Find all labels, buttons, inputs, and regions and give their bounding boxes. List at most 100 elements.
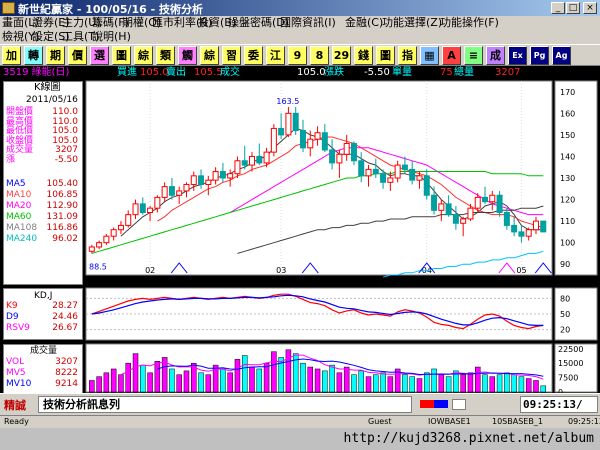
learn-icon[interactable]: 習 — [222, 46, 241, 65]
volume-bar — [424, 372, 430, 393]
candle-body — [511, 224, 518, 233]
candle-body — [198, 175, 205, 185]
volume-bar — [343, 366, 350, 393]
volume-bar — [380, 372, 386, 393]
maximize-button[interactable]: □ — [566, 2, 580, 14]
candle-body — [525, 229, 532, 237]
summary-icon[interactable]: 綜 — [134, 46, 153, 65]
volume-bar — [103, 372, 110, 393]
volume-bar — [431, 368, 437, 393]
candle-body — [168, 186, 175, 196]
candle-body — [256, 155, 263, 164]
price-tick-label: 130 — [560, 174, 575, 183]
volume-bar — [474, 366, 481, 393]
category-icon[interactable]: 類 — [156, 46, 175, 65]
candle-body — [205, 179, 212, 185]
candle-body — [350, 143, 357, 162]
low-label: 88.5 — [89, 262, 107, 271]
volume-bar — [271, 351, 277, 393]
eight-icon[interactable]: 8 — [310, 46, 329, 65]
volume-bar — [482, 374, 488, 393]
candle-body — [387, 177, 394, 183]
candle-body — [394, 164, 401, 179]
close-button[interactable]: × — [583, 2, 597, 14]
candle-body — [227, 173, 234, 179]
app-icon — [2, 2, 15, 14]
kd-tick-label: 50 — [560, 310, 570, 319]
a-icon[interactable]: A — [442, 46, 461, 65]
volume-bar — [416, 378, 423, 393]
volume-bar — [409, 376, 415, 393]
agent-icon[interactable]: Ag — [552, 46, 571, 65]
volume-icon[interactable]: 成 — [486, 46, 505, 65]
month-label: 05 — [516, 266, 526, 275]
volume-bar — [241, 355, 248, 393]
select-icon[interactable]: 選 — [90, 46, 109, 65]
index-icon[interactable]: 指 — [398, 46, 417, 65]
message-bar: 精誠 技術分析訊息列 09:25:13/ — [0, 393, 600, 415]
price-tick-label: 90 — [560, 260, 570, 269]
exit-icon[interactable]: Ex — [508, 46, 527, 65]
volume-bar — [132, 353, 139, 393]
order-icon[interactable]: 委 — [244, 46, 263, 65]
candle-body — [438, 203, 445, 211]
status-ready: Ready — [4, 417, 29, 426]
candle-body — [416, 175, 423, 181]
volume-bar — [533, 380, 539, 393]
nine-icon[interactable]: 9 — [288, 46, 307, 65]
price-tick-label: 150 — [560, 131, 575, 140]
month-label: 02 — [145, 266, 155, 275]
price-icon[interactable]: 價 — [68, 46, 87, 65]
volume-bar — [518, 376, 525, 393]
candle-body — [161, 186, 168, 198]
price-chart[interactable]: 1701601501401301201101009002 03 04 05163.58… — [0, 66, 600, 393]
twentynine-icon[interactable]: 29 — [332, 46, 351, 65]
candle-body — [103, 235, 110, 244]
plot-area — [85, 80, 553, 276]
menu-item[interactable]: 功能操作(F) — [440, 16, 499, 30]
volume-bar — [263, 362, 270, 393]
candle-body — [183, 183, 190, 192]
menu-item[interactable]: 功能選擇(Z) — [382, 16, 442, 30]
price-tick-label: 170 — [560, 88, 575, 97]
message-field[interactable]: 技術分析訊息列 — [38, 396, 412, 413]
title-bar: 新世紀贏家 - 100/05/16 - 技術分析 _ □ × — [0, 0, 600, 16]
chart-icon[interactable]: 圖 — [112, 46, 131, 65]
volume-bar — [445, 376, 452, 393]
candle-body — [496, 194, 503, 213]
minimize-button[interactable]: _ — [551, 2, 565, 14]
switch-icon[interactable]: 轉 — [24, 46, 43, 65]
candle-body — [125, 214, 132, 226]
river-icon[interactable]: 江 — [266, 46, 285, 65]
broker-tag: 精誠 — [4, 399, 26, 412]
volume-bar — [285, 349, 292, 393]
high-label: 163.5 — [276, 97, 299, 106]
volume-bar — [118, 374, 124, 393]
candle-body — [212, 171, 219, 181]
add-icon[interactable]: 加 — [2, 46, 21, 65]
money-icon[interactable]: 錢 — [354, 46, 373, 65]
candle-body — [292, 112, 299, 132]
candle-body — [532, 220, 539, 231]
summary2-icon[interactable]: 綜 — [200, 46, 219, 65]
volume-bar — [525, 378, 532, 393]
candle-body — [314, 132, 321, 140]
volume-bar — [496, 374, 503, 393]
volume-bar — [234, 359, 241, 393]
volume-bar — [183, 370, 190, 393]
futures-icon[interactable]: 期 — [46, 46, 65, 65]
clock-display: 09:25:13/ — [520, 396, 598, 413]
grid-icon[interactable]: ▦ — [420, 46, 439, 65]
candle-body — [147, 207, 154, 213]
volume-bar — [256, 368, 263, 393]
volume-bar — [205, 374, 212, 393]
menu-item[interactable]: 國際資訊(I) — [280, 16, 336, 30]
menu-item[interactable]: 說明(H) — [92, 30, 131, 44]
chart2-icon[interactable]: 圖 — [376, 46, 395, 65]
list-icon[interactable]: ≡ — [464, 46, 483, 65]
trigger-icon[interactable]: 觸 — [178, 46, 197, 65]
page-icon[interactable]: Pg — [530, 46, 549, 65]
candle-body — [489, 194, 496, 203]
menu-item[interactable]: 金融(C) — [345, 16, 383, 30]
candle-body — [329, 149, 336, 164]
